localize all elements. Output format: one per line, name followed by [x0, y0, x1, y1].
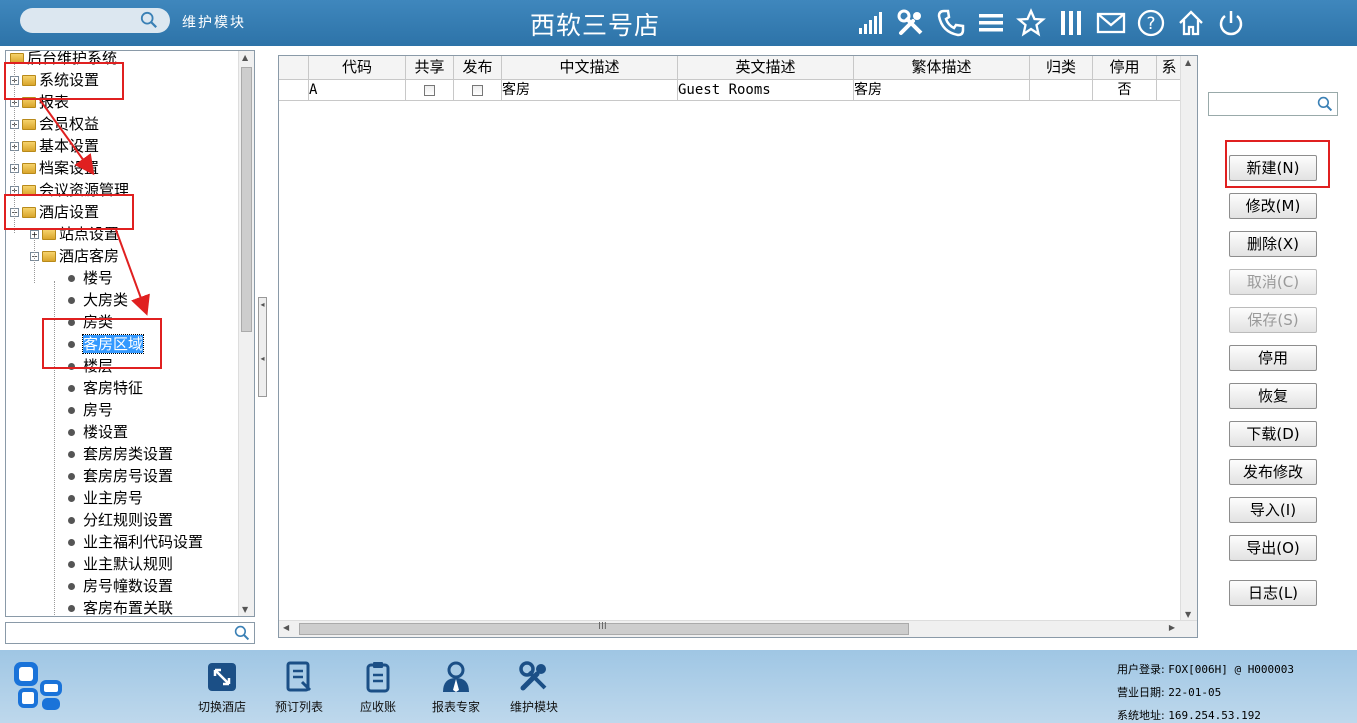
annotation-arrow-1 — [39, 99, 95, 176]
date-value: 22-01-05 — [1168, 686, 1222, 699]
nav-button-3[interactable]: 报表专家 — [421, 660, 491, 715]
nav-label: 维护模块 — [509, 700, 558, 714]
nav-label: 预订列表 — [274, 700, 323, 714]
nav-label: 应收账 — [359, 700, 396, 714]
maintenance-icon — [519, 661, 547, 691]
user-value: FOX[006H] @ H000003 — [1168, 663, 1295, 676]
user-label: 用户登录: — [1117, 663, 1165, 676]
booking-list-icon — [286, 661, 312, 692]
switch-hotel-icon — [208, 663, 236, 691]
annotation-arrow-2 — [115, 229, 150, 316]
bottom-bar: 切换酒店 预订列表 应收账 报表专家 维护模块 用户登录: FOX[006H] @ H0… — [0, 650, 1357, 723]
report-expert-icon — [443, 661, 469, 692]
nav-label: 切换酒店 — [197, 700, 246, 714]
nav-button-2[interactable]: 应收账 — [343, 660, 413, 715]
app-logo-icon[interactable] — [12, 658, 66, 712]
nav-button-0[interactable]: 切换酒店 — [187, 660, 257, 715]
nav-button-4[interactable]: 维护模块 — [499, 660, 569, 715]
status-panel: 用户登录: FOX[006H] @ H000003 营业日期: 22-01-05… — [1117, 658, 1294, 723]
nav-button-1[interactable]: 预订列表 — [264, 660, 334, 715]
receivable-icon — [366, 662, 390, 693]
date-label: 营业日期: — [1117, 686, 1165, 699]
address-label: 系统地址: — [1117, 709, 1165, 722]
nav-label: 报表专家 — [431, 700, 480, 714]
annotation-arrows — [39, 99, 150, 316]
address-value: 169.254.53.192 — [1168, 709, 1261, 722]
